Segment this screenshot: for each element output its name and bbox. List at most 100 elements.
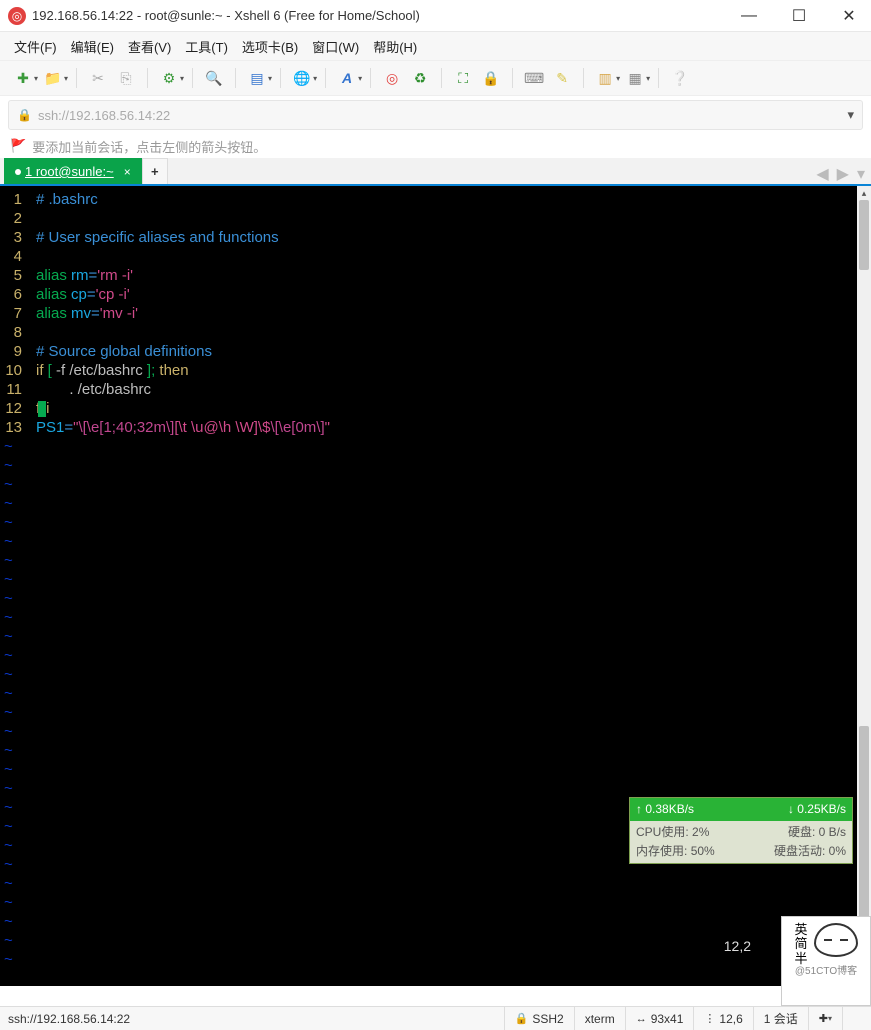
net-upload: ↑ 0.38KB/s [636, 800, 694, 819]
tilde-marker: ~ [4, 494, 13, 513]
tilde-marker: ~ [4, 950, 13, 969]
status-address: ssh://192.168.56.14:22 [8, 1012, 130, 1026]
search-icon[interactable]: 🔍 [201, 65, 227, 91]
dropdown-icon[interactable]: ▾ [358, 74, 362, 83]
code-area[interactable]: # .bashrc# User specific aliases and fun… [36, 190, 857, 437]
statusbar: ssh://192.168.56.14:22 🔒SSH2 xterm ↔93x4… [0, 1006, 871, 1030]
size-icon: ↔ [636, 1013, 647, 1025]
hint-text: 要添加当前会话，点击左侧的箭头按钮。 [32, 137, 266, 156]
recycle-icon[interactable]: ♻ [407, 65, 433, 91]
maximize-button[interactable]: ☐ [789, 6, 809, 26]
scroll-thumb[interactable] [859, 200, 869, 270]
layout-icon[interactable]: ▤ [244, 65, 270, 91]
pane-icon[interactable]: ▥ [592, 65, 618, 91]
app-icon [8, 7, 26, 25]
network-widget[interactable]: ↑ 0.38KB/s ↓ 0.25KB/s CPU使用: 2% 硬盘: 0 B/… [629, 797, 853, 864]
new-file-icon[interactable]: ✚ [10, 65, 36, 91]
dropdown-icon[interactable]: ▾ [64, 74, 68, 83]
keyboard-icon[interactable]: ⌨ [521, 65, 547, 91]
menu-file[interactable]: 文件(F) [14, 37, 57, 56]
dropdown-icon[interactable]: ▾ [268, 74, 272, 83]
dropdown-icon[interactable]: ▾ [313, 74, 317, 83]
status-proto: SSH2 [532, 1012, 563, 1026]
dropdown-icon[interactable]: ▾ [34, 74, 38, 83]
tilde-marker: ~ [4, 532, 13, 551]
tab-menu-icon[interactable]: ▾ [857, 164, 865, 184]
terminal[interactable]: 12345678910111213 # .bashrc# User specif… [0, 186, 871, 986]
tilde-marker: ~ [4, 817, 13, 836]
menu-view[interactable]: 查看(V) [128, 37, 171, 56]
dropdown-icon[interactable]: ▾ [616, 74, 620, 83]
new-tab-button[interactable]: + [142, 158, 168, 184]
status-term: xterm [585, 1012, 615, 1026]
tilde-marker: ~ [4, 836, 13, 855]
settings-icon[interactable]: ⚙ [156, 65, 182, 91]
help-icon[interactable]: ❔ [667, 65, 693, 91]
globe-icon[interactable]: 🌐 [289, 65, 315, 91]
shell-icon[interactable]: ◎ [379, 65, 405, 91]
highlight-icon[interactable]: ✎ [549, 65, 575, 91]
menu-tabs[interactable]: 选项卡(B) [242, 37, 298, 56]
font-icon[interactable]: A [334, 65, 360, 91]
window-title: 192.168.56.14:22 - root@sunle:~ - Xshell… [32, 8, 420, 23]
titlebar: 192.168.56.14:22 - root@sunle:~ - Xshell… [0, 0, 871, 32]
tab-close-icon[interactable]: × [124, 165, 131, 179]
menu-help[interactable]: 帮助(H) [373, 37, 417, 56]
pos-icon: ⋮ [704, 1012, 715, 1025]
tilde-marker: ~ [4, 627, 13, 646]
tilde-marker: ~ [4, 437, 13, 456]
tilde-marker: ~ [4, 608, 13, 627]
tilde-marker: ~ [4, 665, 13, 684]
lock-icon: 🔒 [515, 1012, 529, 1025]
menu-edit[interactable]: 编辑(E) [71, 37, 114, 56]
tilde-marker: ~ [4, 798, 13, 817]
folder-open-icon[interactable]: 📁 [40, 65, 66, 91]
tilde-marker: ~ [4, 874, 13, 893]
grid-icon[interactable]: ▦ [622, 65, 648, 91]
tilde-marker: ~ [4, 741, 13, 760]
status-dot-icon [15, 169, 21, 175]
tilde-marker: ~ [4, 513, 13, 532]
plus-icon[interactable]: ✚ [819, 1012, 828, 1025]
toolbar: ✚▾ 📁▾ ✂ ⎘ ⚙▾ 🔍 ▤▾ 🌐▾ A▾ ◎ ♻ ⛶ 🔒 ⌨ ✎ ▥▾ ▦… [0, 60, 871, 96]
close-button[interactable]: ✕ [839, 6, 859, 26]
tilde-marker: ~ [4, 931, 13, 950]
net-download: ↓ 0.25KB/s [788, 800, 846, 819]
tilde-marker: ~ [4, 589, 13, 608]
tab-next-icon[interactable]: ▶ [837, 164, 849, 184]
tilde-marker: ~ [4, 722, 13, 741]
dropdown-icon[interactable]: ▾ [646, 74, 650, 83]
fit-icon[interactable]: ⛶ [450, 65, 476, 91]
lock2-icon[interactable]: 🔒 [478, 65, 504, 91]
copy-icon[interactable]: ⎘ [113, 65, 139, 91]
tilde-marker: ~ [4, 779, 13, 798]
tilde-marker: ~ [4, 912, 13, 931]
flag-icon: 🚩 [10, 138, 26, 154]
dropdown-icon[interactable]: ▾ [180, 74, 184, 83]
tilde-marker: ~ [4, 893, 13, 912]
face-icon [814, 923, 858, 957]
tab-session[interactable]: 1 root@sunle:~ × [4, 158, 142, 184]
avatar-overlay: 英简半 @51CTO博客 [781, 916, 871, 1006]
status-capslock [842, 1007, 863, 1030]
line-gutter: 12345678910111213 [0, 190, 28, 437]
scrollbar[interactable]: ▴ ▾ [857, 186, 871, 986]
hint-bar: 🚩 要添加当前会话，点击左侧的箭头按钮。 [0, 134, 871, 158]
minimize-button[interactable]: — [739, 6, 759, 26]
scroll-up-icon[interactable]: ▴ [857, 186, 871, 200]
menu-window[interactable]: 窗口(W) [312, 37, 359, 56]
status-sessions: 1 会话 [764, 1010, 798, 1027]
address-bar[interactable]: 🔒 ssh://192.168.56.14:22 ▾ [8, 100, 863, 130]
dropdown-icon[interactable]: ▾ [828, 1014, 832, 1023]
tilde-marker: ~ [4, 570, 13, 589]
cursor-position: 12,2 [724, 937, 751, 956]
tilde-marker: ~ [4, 855, 13, 874]
address-dropdown-icon[interactable]: ▾ [847, 107, 854, 123]
tab-prev-icon[interactable]: ◀ [816, 164, 828, 184]
lock-icon: 🔒 [17, 108, 32, 122]
tilde-marker: ~ [4, 475, 13, 494]
menu-tools[interactable]: 工具(T) [185, 37, 228, 56]
tab-row: 1 root@sunle:~ × + ◀ ▶ ▾ [0, 158, 871, 186]
cut-icon[interactable]: ✂ [85, 65, 111, 91]
tilde-marker: ~ [4, 703, 13, 722]
